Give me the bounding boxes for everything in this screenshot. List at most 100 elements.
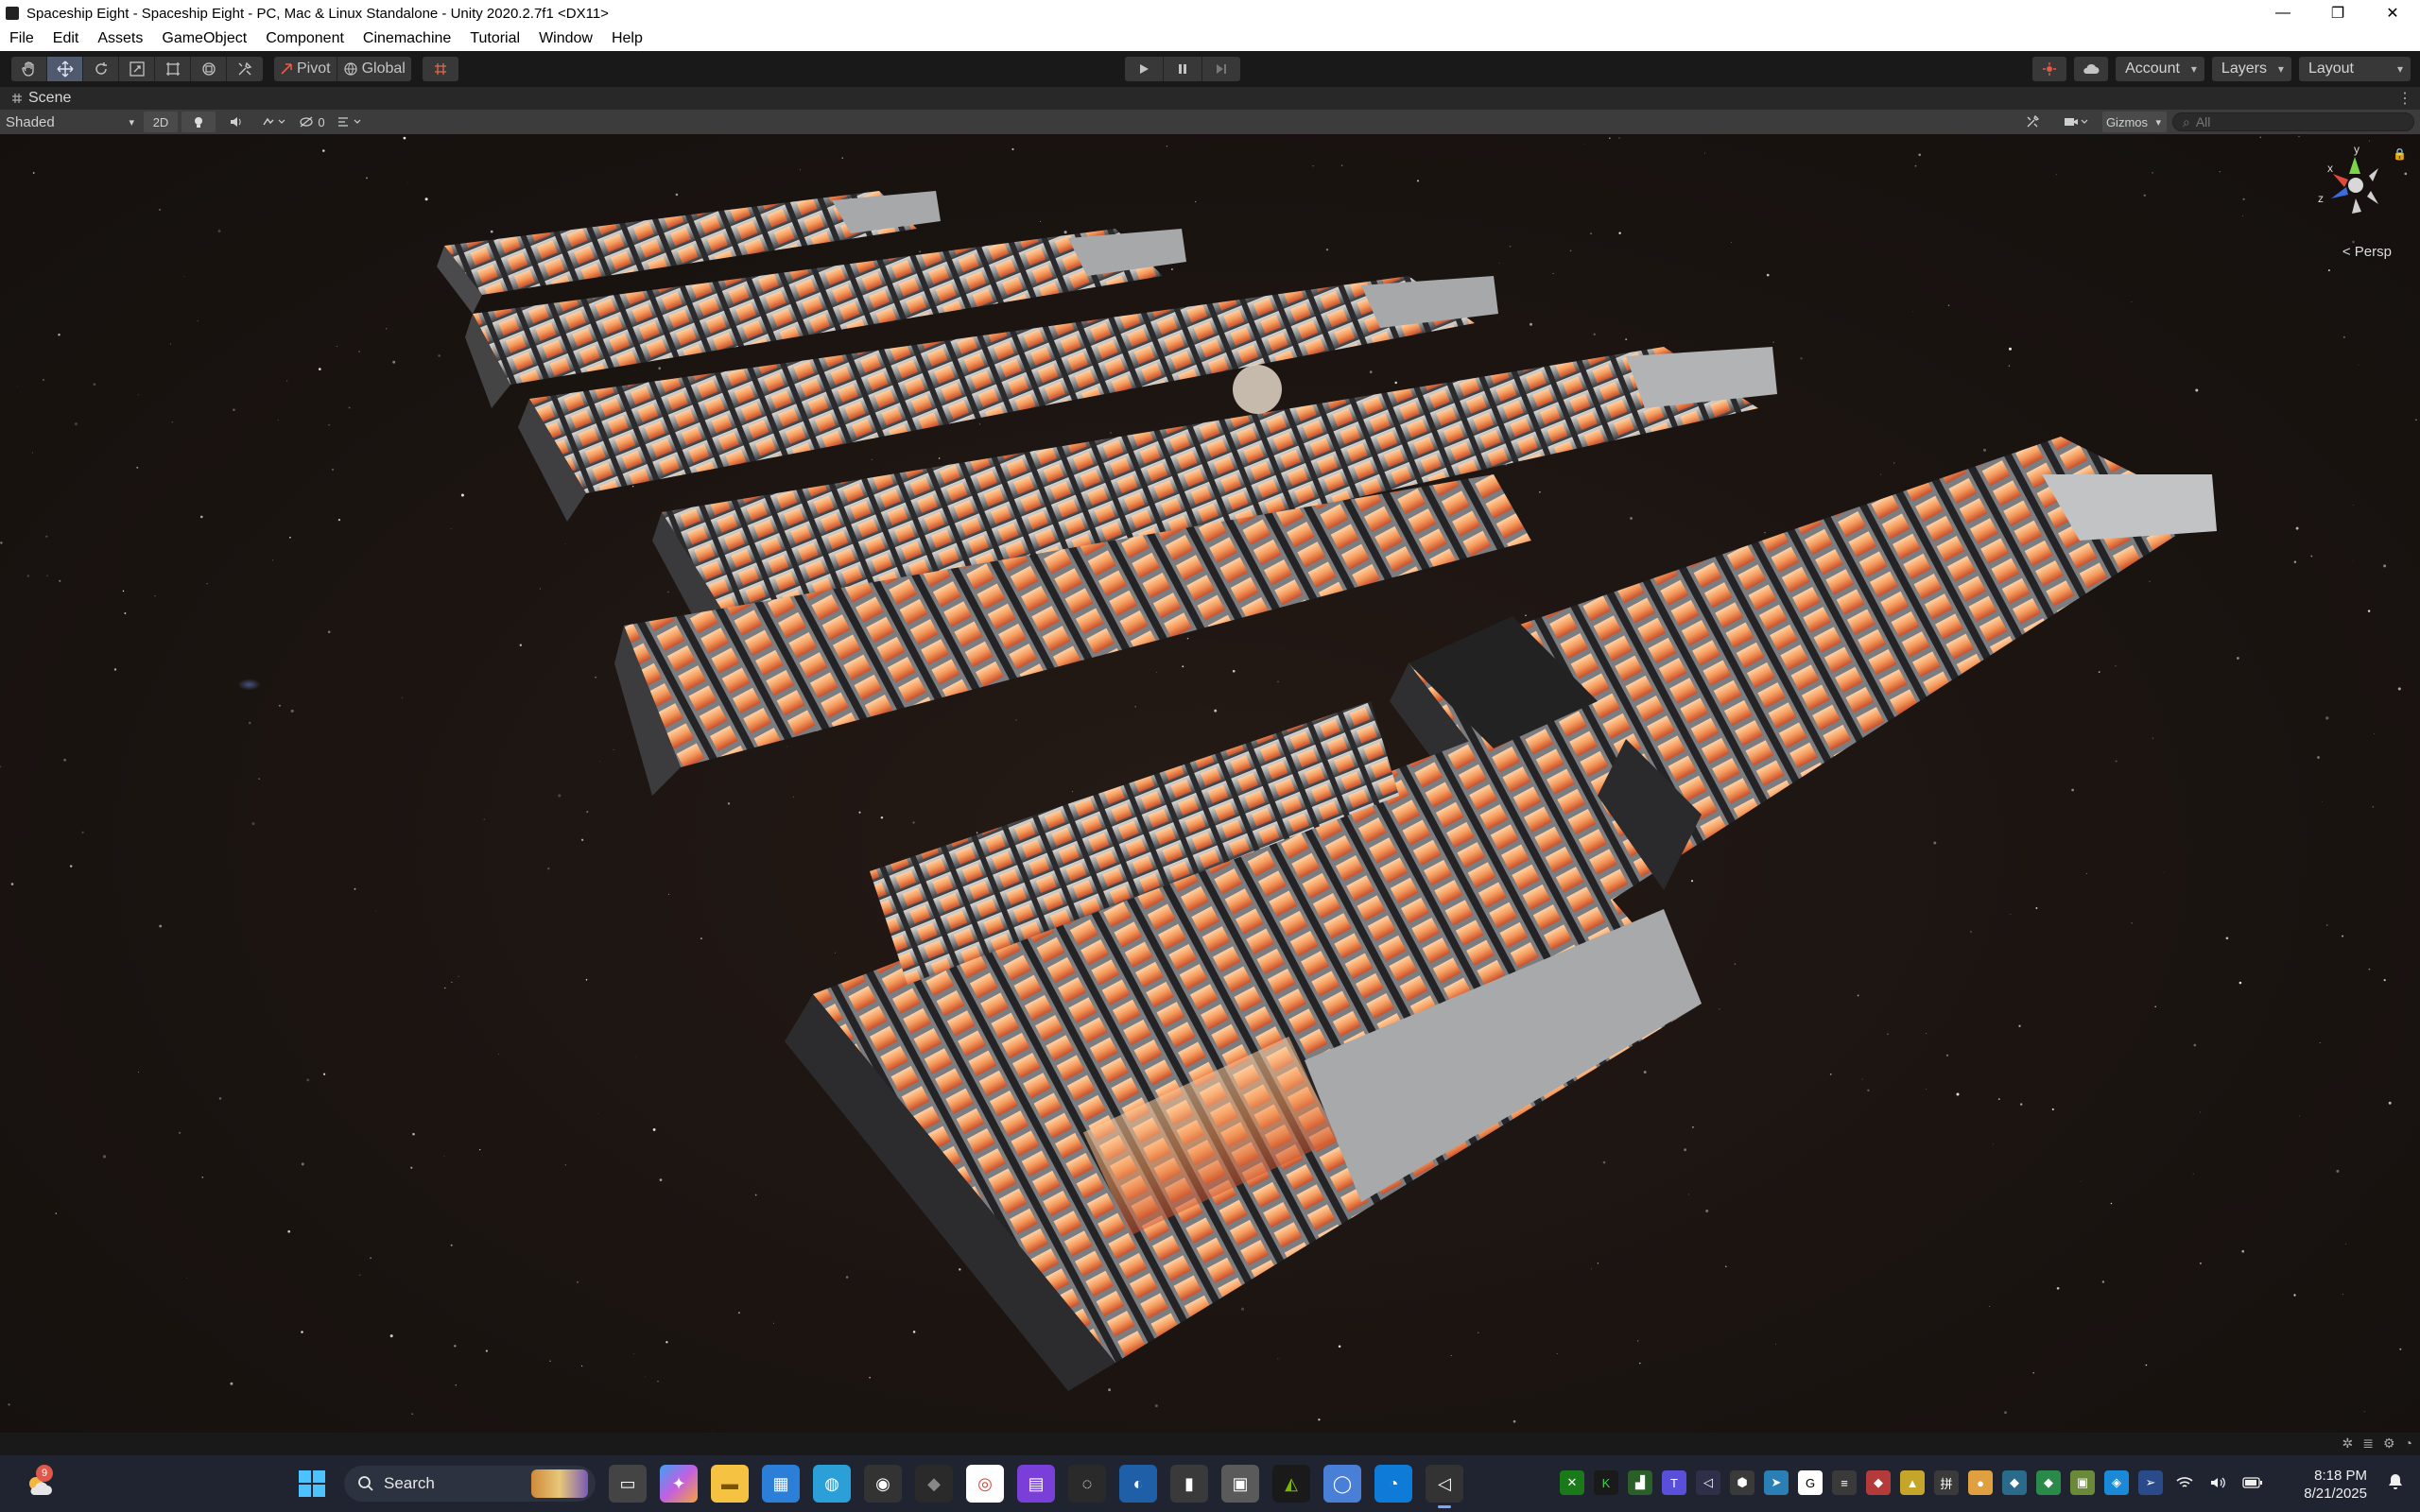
shading-mode-dropdown[interactable]: Shaded bbox=[4, 112, 140, 132]
red-tray-icon[interactable]: ◆ bbox=[1866, 1470, 1891, 1495]
star bbox=[595, 677, 596, 679]
store-icon[interactable]: ▦ bbox=[762, 1465, 800, 1503]
unity-taskbar-icon[interactable]: ◁ bbox=[1426, 1465, 1463, 1508]
notes-app-icon[interactable]: ▣ bbox=[1221, 1465, 1259, 1503]
green-tray-icon[interactable]: ◆ bbox=[2036, 1470, 2061, 1495]
menu-help[interactable]: Help bbox=[602, 30, 652, 47]
collab-icon[interactable] bbox=[2032, 57, 2067, 81]
transform-tool-icon[interactable] bbox=[191, 57, 227, 81]
scale-tool-icon[interactable] bbox=[119, 57, 155, 81]
grid-snap-icon[interactable] bbox=[423, 57, 458, 81]
orange-tray-icon[interactable]: ● bbox=[1968, 1470, 1993, 1495]
pause-icon[interactable] bbox=[1164, 57, 1202, 81]
steam-icon[interactable]: ◌ bbox=[1068, 1465, 1106, 1503]
menu-assets[interactable]: Assets bbox=[88, 30, 152, 47]
lighting-toggle-icon[interactable] bbox=[182, 112, 216, 132]
github-tray-icon[interactable]: G bbox=[1798, 1470, 1823, 1495]
system-clock[interactable]: 8:18 PM 8/21/2025 bbox=[2304, 1467, 2367, 1503]
yellow-tray-icon[interactable]: ▲ bbox=[1900, 1470, 1925, 1495]
play-icon[interactable] bbox=[1125, 57, 1164, 81]
edge-icon[interactable]: ◔ bbox=[1374, 1465, 1412, 1503]
cloud-icon[interactable] bbox=[2074, 57, 2109, 81]
global-toggle[interactable]: Global bbox=[337, 57, 411, 81]
custom-tools-icon[interactable] bbox=[227, 57, 263, 81]
scene-camera-dropdown-icon[interactable] bbox=[333, 112, 367, 132]
layout-dropdown[interactable]: Layout bbox=[2298, 57, 2411, 81]
menu-window[interactable]: Window bbox=[529, 30, 602, 47]
shield-app-icon[interactable]: ◆ bbox=[915, 1465, 953, 1503]
hand-tool-icon[interactable] bbox=[11, 57, 47, 81]
arrow-tray-icon[interactable]: ➤ bbox=[1764, 1470, 1789, 1495]
media-app-icon[interactable]: ▤ bbox=[1017, 1465, 1055, 1503]
step-icon[interactable] bbox=[1202, 57, 1240, 81]
projection-label[interactable]: < Persp bbox=[2342, 244, 2392, 260]
2d-toggle[interactable]: 2D bbox=[144, 112, 178, 132]
weather-widget[interactable]: 9 bbox=[23, 1465, 55, 1501]
taskbar-search[interactable]: Search bbox=[344, 1466, 596, 1502]
wifi-icon[interactable] bbox=[2172, 1470, 2197, 1495]
bug-icon[interactable]: ✲ bbox=[2342, 1435, 2354, 1452]
xbox-tray-icon[interactable]: ✕ bbox=[1560, 1470, 1584, 1495]
network-app-icon[interactable]: ◐ bbox=[1119, 1465, 1157, 1503]
menu-cinemachine[interactable]: Cinemachine bbox=[354, 30, 460, 47]
star bbox=[454, 1345, 457, 1348]
progress-icon[interactable]: ◔ bbox=[2405, 1435, 2412, 1452]
layers-dropdown[interactable]: Layers bbox=[2211, 57, 2291, 81]
account-dropdown[interactable]: Account bbox=[2116, 57, 2204, 81]
menu-component[interactable]: Component bbox=[256, 30, 354, 47]
star bbox=[959, 1268, 961, 1271]
browser-globe-icon[interactable]: ◍ bbox=[813, 1465, 851, 1503]
teams-tray-icon[interactable]: T bbox=[1662, 1470, 1686, 1495]
box-tray-icon[interactable]: ▣ bbox=[2070, 1470, 2095, 1495]
lock-icon[interactable]: 🔒 bbox=[2393, 147, 2407, 161]
defender-tray-icon[interactable]: ◈ bbox=[2104, 1470, 2129, 1495]
send-tray-icon[interactable]: ➢ bbox=[2138, 1470, 2163, 1495]
notification-bell-icon[interactable] bbox=[2386, 1472, 2407, 1493]
hidden-objects-toggle[interactable]: 0 bbox=[295, 112, 329, 132]
star bbox=[366, 177, 368, 180]
ime-tray-icon[interactable]: 拼 bbox=[1934, 1470, 1959, 1495]
menu-tutorial[interactable]: Tutorial bbox=[460, 30, 529, 47]
vscode-tray-icon[interactable]: ◁ bbox=[1696, 1470, 1720, 1495]
file-explorer-icon[interactable]: ▬ bbox=[711, 1465, 749, 1503]
minimize-button[interactable]: — bbox=[2256, 0, 2310, 26]
move-tool-icon[interactable] bbox=[47, 57, 83, 81]
hierarchy-search-input[interactable]: ⌕ All bbox=[2172, 112, 2414, 131]
globe-app-icon[interactable]: ◯ bbox=[1323, 1465, 1361, 1503]
audio-toggle-icon[interactable] bbox=[219, 112, 253, 132]
copilot-icon[interactable]: ✦ bbox=[660, 1465, 698, 1503]
camera-dropdown-icon[interactable] bbox=[2059, 112, 2093, 132]
maximize-button[interactable]: ❐ bbox=[2310, 0, 2365, 26]
chart-tray-icon[interactable]: ▟ bbox=[1628, 1470, 1652, 1495]
menu-edit[interactable]: Edit bbox=[43, 30, 89, 47]
effects-dropdown-icon[interactable] bbox=[257, 112, 291, 132]
chrome-icon[interactable]: ◎ bbox=[966, 1465, 1004, 1503]
stack-icon[interactable]: ≣ bbox=[2362, 1435, 2374, 1452]
tools-icon[interactable] bbox=[2015, 112, 2049, 132]
cube-tray-icon[interactable]: ⬢ bbox=[1730, 1470, 1754, 1495]
battery-icon[interactable] bbox=[2240, 1470, 2265, 1495]
start-button[interactable] bbox=[293, 1465, 331, 1503]
orientation-gizmo[interactable]: y x z bbox=[2312, 142, 2397, 236]
volume-icon[interactable] bbox=[2206, 1470, 2231, 1495]
menu-file[interactable]: File bbox=[0, 30, 43, 47]
debug-icon[interactable]: ⚙ bbox=[2383, 1435, 2395, 1452]
scene-viewport[interactable]: y x z < Persp 🔒 bbox=[0, 134, 2420, 1433]
bars-tray-icon[interactable]: ≡ bbox=[1832, 1470, 1857, 1495]
star bbox=[585, 979, 588, 981]
scene-tab[interactable]: Scene bbox=[0, 87, 82, 110]
usb-app-icon[interactable]: ▮ bbox=[1170, 1465, 1208, 1503]
alien-app-icon[interactable]: ◉ bbox=[864, 1465, 902, 1503]
nvidia-icon[interactable]: ◭ bbox=[1272, 1465, 1310, 1503]
rotate-tool-icon[interactable] bbox=[83, 57, 119, 81]
task-view-icon[interactable]: ▭ bbox=[609, 1465, 647, 1503]
tab-menu-icon[interactable]: ⋮ bbox=[2397, 89, 2412, 108]
close-button[interactable]: ✕ bbox=[2365, 0, 2420, 26]
rect-tool-icon[interactable] bbox=[155, 57, 191, 81]
blue-tray-icon[interactable]: ◆ bbox=[2002, 1470, 2027, 1495]
gizmos-dropdown[interactable]: Gizmos ▾ bbox=[2101, 112, 2167, 132]
kaspersky-tray-icon[interactable]: K bbox=[1594, 1470, 1618, 1495]
menu-gameobject[interactable]: GameObject bbox=[152, 30, 256, 47]
play-controls bbox=[1125, 57, 1240, 81]
pivot-toggle[interactable]: Pivot bbox=[274, 57, 337, 81]
